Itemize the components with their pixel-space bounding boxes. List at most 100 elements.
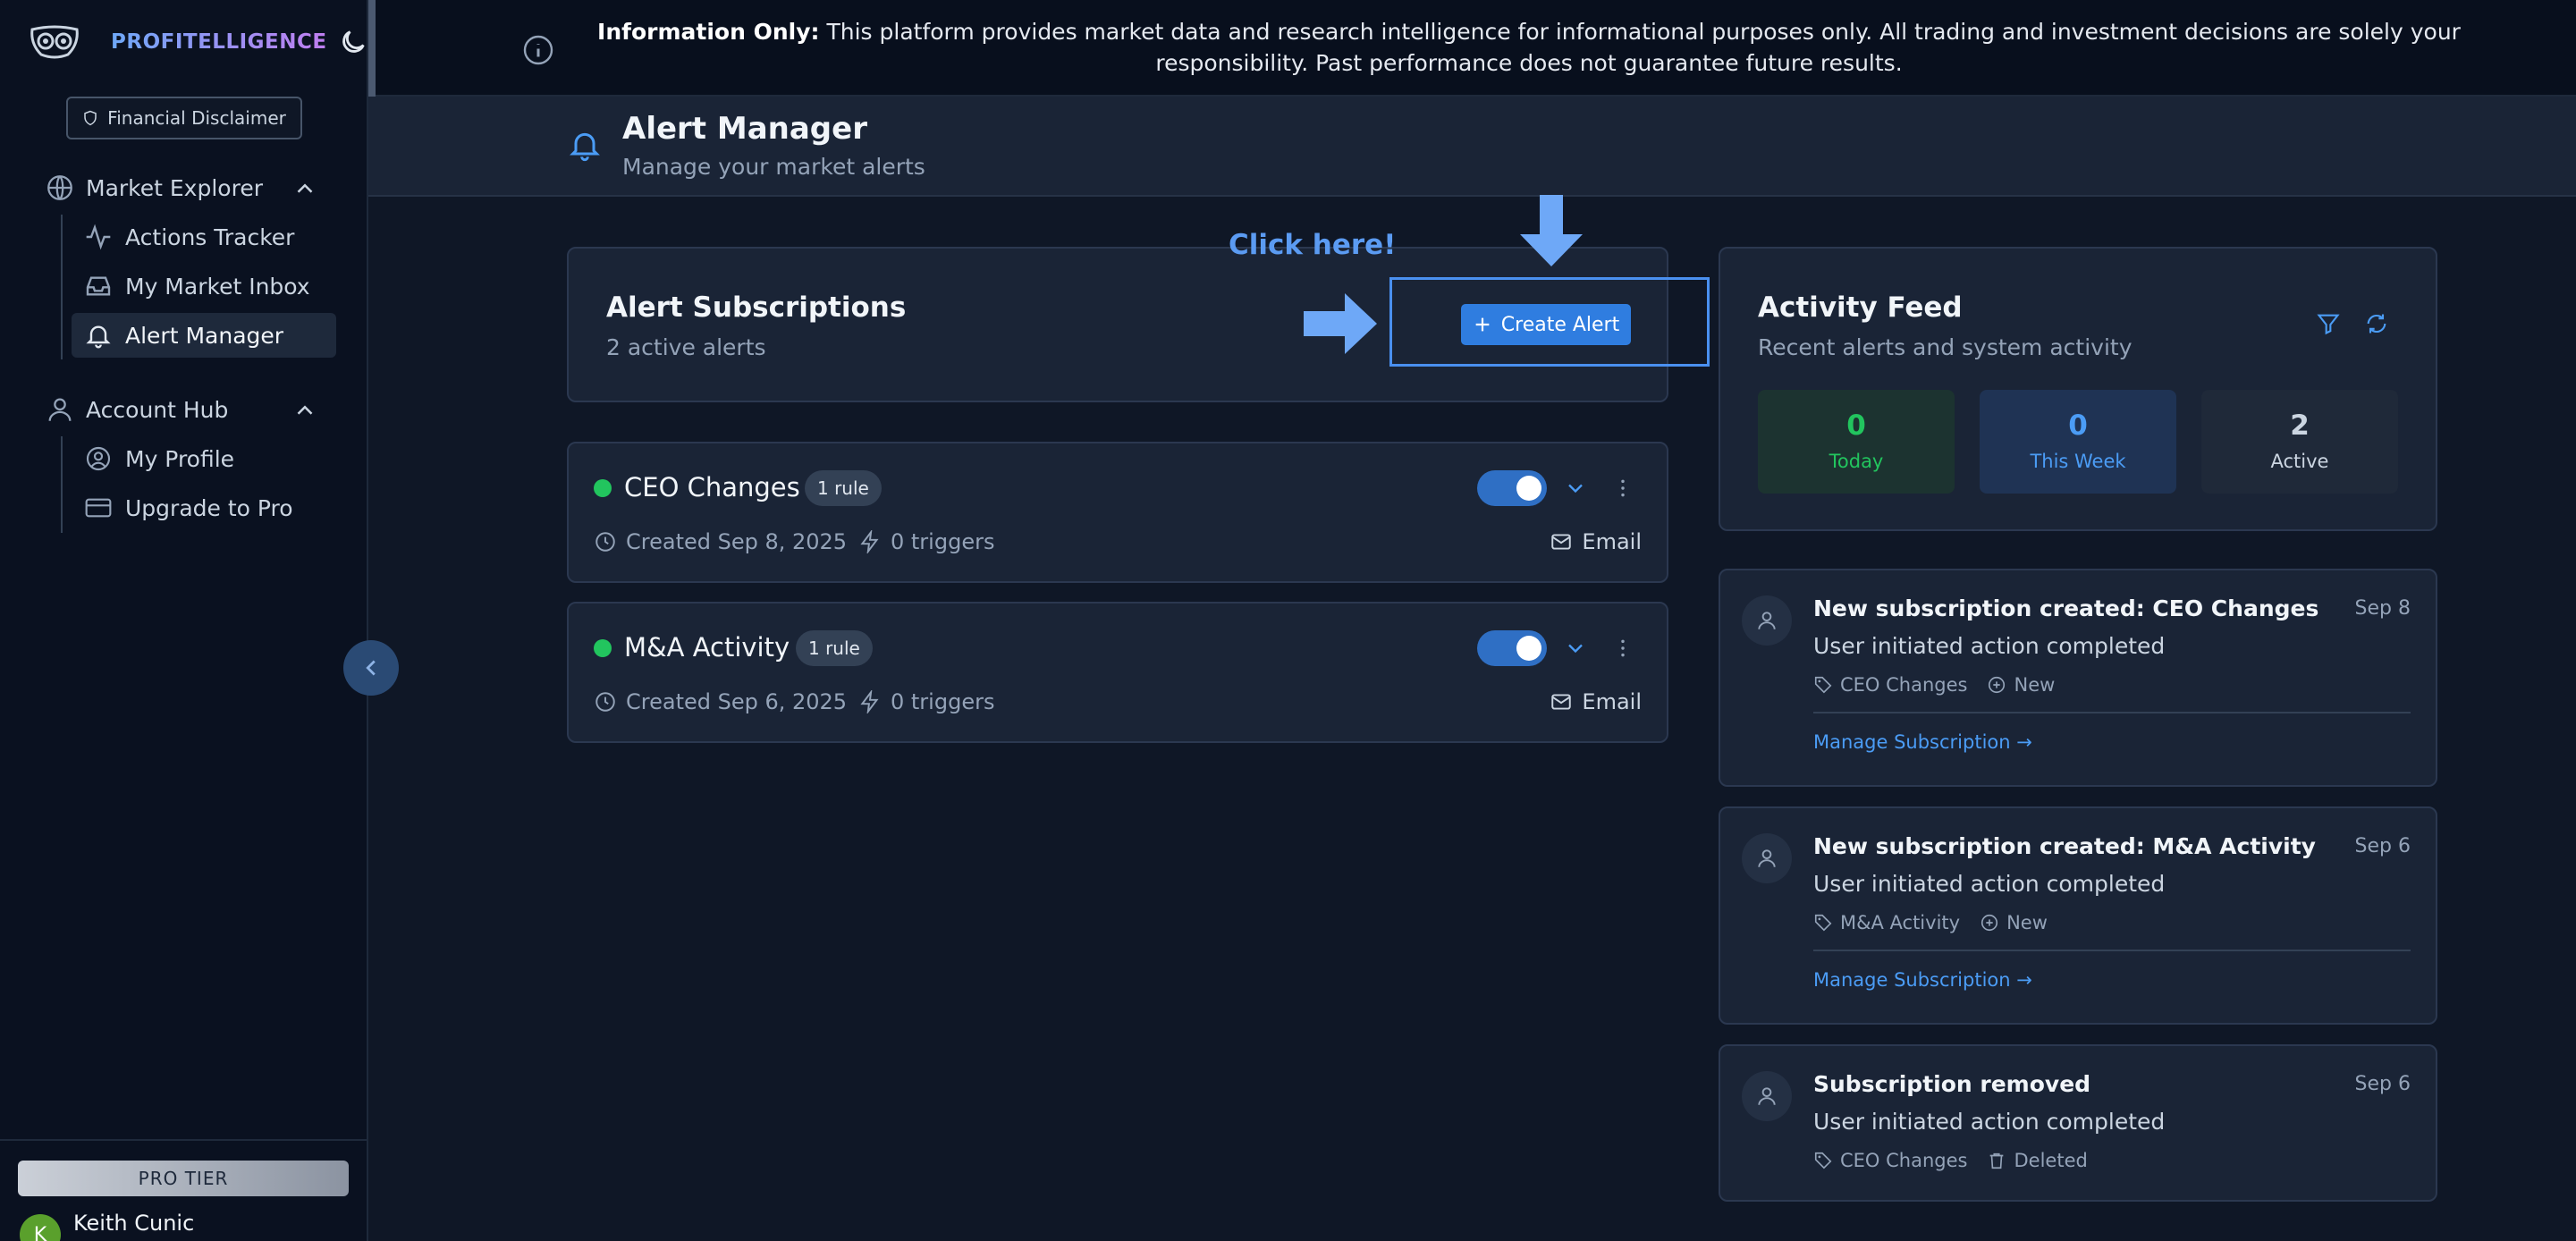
alert-enabled-toggle[interactable]	[1477, 630, 1547, 666]
trigger-count-text: 0 triggers	[891, 529, 995, 554]
bell-icon	[570, 132, 600, 162]
sidebar-item-my-profile[interactable]: My Profile	[72, 436, 336, 481]
user-circle-icon	[86, 446, 111, 471]
user-name[interactable]: Keith Cunic	[73, 1211, 194, 1236]
sidebar-item-alert-manager[interactable]: Alert Manager	[72, 313, 336, 358]
click-here-hint: Click here!	[1229, 229, 1397, 261]
event-date: Sep 6	[2354, 835, 2411, 857]
event-description: User initiated action completed	[1813, 1109, 2166, 1135]
event-title: New subscription created: M&A Activity	[1813, 833, 2316, 859]
event-tags: M&A Activity New	[1813, 912, 2048, 933]
mail-icon	[1551, 534, 1572, 550]
alert-card-ma-activity[interactable]: M&A Activity 1 rule Created Sep 6, 2025 …	[567, 602, 1668, 743]
activity-feed-card: Activity Feed Recent alerts and system a…	[1719, 247, 2437, 531]
plus-circle-icon	[1981, 914, 1998, 932]
divider	[1813, 950, 2411, 951]
user-icon	[1758, 1087, 1776, 1105]
alert-enabled-toggle[interactable]	[1477, 470, 1547, 506]
event-tag: M&A Activity	[1840, 912, 1961, 933]
activity-event: New subscription created: M&A Activity S…	[1719, 806, 2437, 1025]
created-date: Created Sep 8, 2025	[594, 529, 847, 554]
page-subtitle: Manage your market alerts	[622, 154, 925, 180]
filter-icon[interactable]	[2316, 311, 2341, 336]
banner-accent	[368, 0, 376, 97]
stat-this-week: 0 This Week	[1980, 390, 2176, 494]
user-icon	[1758, 612, 1776, 629]
trigger-count-text: 0 triggers	[891, 689, 995, 714]
sidebar-item-upgrade-to-pro[interactable]: Upgrade to Pro	[72, 485, 336, 530]
sidebar-item-actions-tracker[interactable]: Actions Tracker	[72, 215, 336, 259]
nav-group-label: Market Explorer	[86, 174, 263, 201]
clock-icon	[595, 692, 615, 712]
sidebar-item-label: Alert Manager	[125, 322, 284, 349]
user-icon	[1758, 849, 1776, 867]
more-vertical-icon[interactable]	[1611, 636, 1634, 661]
sidebar-footer: PRO TIER K Keith Cunic	[0, 1139, 367, 1241]
sidebar-item-label: Upgrade to Pro	[125, 494, 293, 521]
chevron-up-icon[interactable]	[291, 175, 318, 202]
nav-group-market-explorer[interactable]: Market Explorer	[45, 173, 263, 203]
tag-icon	[1814, 1152, 1832, 1169]
trash-icon	[1990, 1152, 2004, 1169]
financial-disclaimer-button[interactable]: Financial Disclaimer	[66, 97, 302, 139]
activity-icon	[86, 224, 111, 250]
trigger-count: 0 triggers	[858, 689, 994, 714]
refresh-icon[interactable]	[2364, 311, 2389, 336]
status-active-dot	[594, 479, 612, 497]
mail-icon	[1551, 694, 1572, 710]
bell-icon	[86, 325, 111, 349]
alert-card-ceo-changes[interactable]: CEO Changes 1 rule Created Sep 8, 2025 0…	[567, 442, 1668, 583]
sidebar: PROFITELLIGENCE Financial Disclaimer Mar…	[0, 0, 368, 1241]
alert-name: CEO Changes	[624, 472, 800, 502]
plus-icon	[1475, 317, 1490, 332]
divider	[1813, 712, 2411, 713]
sidebar-item-label: Actions Tracker	[125, 224, 295, 250]
owl-logo-icon	[30, 25, 79, 59]
info-icon	[523, 35, 553, 65]
nav-group-account-hub[interactable]: Account Hub	[45, 394, 228, 425]
nav-group-label: Account Hub	[86, 396, 229, 423]
avatar[interactable]: K	[20, 1214, 61, 1241]
chevron-up-icon[interactable]	[291, 397, 318, 424]
activity-event: New subscription created: CEO Changes Se…	[1719, 569, 2437, 787]
manage-subscription-link[interactable]: Manage Subscription →	[1813, 731, 2032, 753]
chevron-left-icon	[366, 660, 376, 676]
stat-label: Today	[1829, 451, 1884, 472]
chevron-down-icon[interactable]	[1563, 476, 1588, 501]
pro-tier-badge: PRO TIER	[18, 1161, 349, 1196]
delivery-channel-text: Email	[1582, 689, 1642, 714]
financial-disclaimer-label: Financial Disclaimer	[107, 107, 286, 129]
arrow-down-icon	[1520, 195, 1583, 266]
manage-subscription-link[interactable]: Manage Subscription →	[1813, 969, 2032, 991]
event-status: New	[2006, 912, 2048, 933]
inbox-icon	[86, 276, 111, 296]
stat-label: This Week	[2030, 451, 2126, 472]
stat-value: 0	[1846, 409, 1866, 442]
event-tag: CEO Changes	[1840, 674, 1968, 696]
created-date-text: Created Sep 8, 2025	[626, 529, 848, 554]
delivery-channel: Email	[1550, 689, 1642, 714]
event-tags: CEO Changes Deleted	[1813, 1150, 2088, 1171]
rule-count-badge: 1 rule	[805, 470, 882, 506]
brand-name: PROFITELLIGENCE	[111, 30, 327, 54]
activity-feed-title: Activity Feed	[1758, 291, 1963, 324]
event-description: User initiated action completed	[1813, 633, 2166, 659]
event-user-avatar	[1742, 833, 1792, 883]
event-tag: CEO Changes	[1840, 1150, 1968, 1171]
banner-text: Information Only: This platform provides…	[581, 16, 2477, 79]
chevron-down-icon[interactable]	[1563, 636, 1588, 661]
banner-body: This platform provides market data and r…	[819, 19, 2461, 76]
logo[interactable]: PROFITELLIGENCE	[29, 23, 368, 61]
stat-value: 0	[2068, 409, 2088, 442]
tree-line	[61, 215, 63, 359]
stat-value: 2	[2290, 409, 2310, 442]
zap-icon	[860, 690, 879, 713]
zap-icon	[860, 530, 879, 553]
sidebar-item-my-market-inbox[interactable]: My Market Inbox	[72, 264, 336, 308]
create-alert-label: Create Alert	[1500, 313, 1620, 336]
collapse-sidebar-button[interactable]	[343, 640, 399, 696]
sidebar-item-label: My Profile	[125, 445, 235, 472]
moon-icon[interactable]	[338, 27, 368, 57]
create-alert-button[interactable]: Create Alert	[1461, 304, 1631, 345]
more-vertical-icon[interactable]	[1611, 476, 1634, 501]
